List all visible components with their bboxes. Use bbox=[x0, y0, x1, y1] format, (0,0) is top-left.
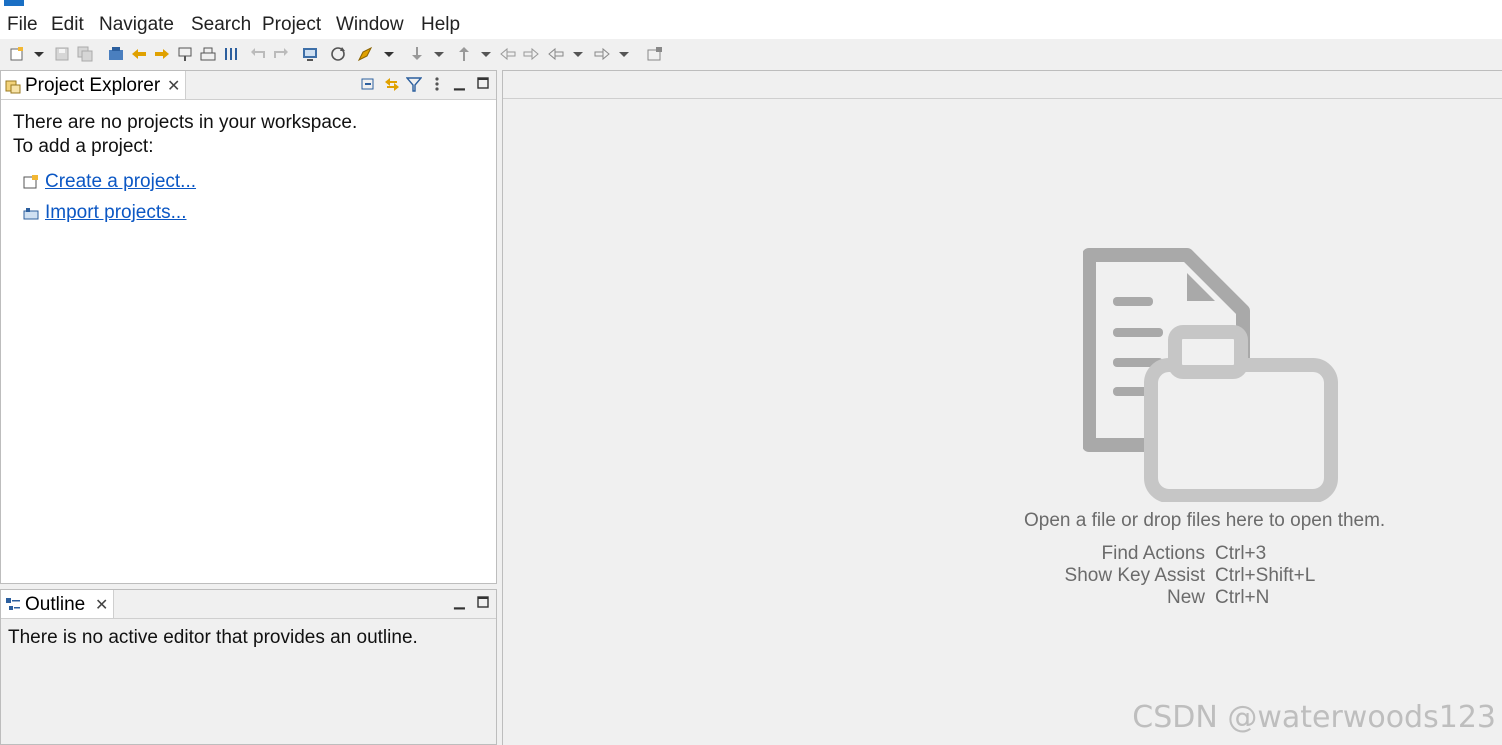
collapse-all-icon[interactable] bbox=[361, 76, 377, 97]
create-project-link[interactable]: Create a project... bbox=[45, 171, 196, 193]
menu-project[interactable]: Project bbox=[262, 14, 321, 36]
filter-icon[interactable] bbox=[405, 76, 423, 97]
link-with-editor-icon[interactable] bbox=[384, 76, 400, 97]
launch-icon[interactable] bbox=[357, 46, 373, 62]
back-edit-icon[interactable] bbox=[250, 46, 266, 62]
last-edit-icon[interactable] bbox=[500, 46, 516, 62]
next-annotation-icon[interactable] bbox=[154, 46, 170, 62]
minimize-icon[interactable]: ▁ bbox=[454, 74, 465, 91]
watermark: CSDN @waterwoods123 bbox=[1132, 700, 1496, 735]
no-projects-message: There are no projects in your workspace. bbox=[13, 112, 358, 133]
settings-sliders-icon[interactable] bbox=[223, 46, 239, 62]
shortcut-key-assist-label: Show Key Assist bbox=[1064, 565, 1205, 586]
save-icon[interactable] bbox=[54, 46, 70, 62]
outline-tabbar: Outline ✕ ▁ bbox=[1, 590, 496, 619]
back-icon[interactable] bbox=[548, 46, 564, 62]
new-dropdown-icon[interactable] bbox=[33, 46, 45, 62]
view-menu-icon[interactable] bbox=[433, 76, 441, 97]
save-all-icon[interactable] bbox=[77, 46, 93, 62]
forward-edit-icon[interactable] bbox=[273, 46, 289, 62]
download-dropdown-icon[interactable] bbox=[433, 46, 445, 62]
empty-editor-message: Open a file or drop files here to open t… bbox=[1024, 510, 1386, 531]
maximize-icon[interactable] bbox=[477, 595, 489, 613]
shortcut-key-assist-key: Ctrl+Shift+L bbox=[1215, 565, 1316, 586]
no-outline-message: There is no active editor that provides … bbox=[8, 627, 418, 648]
main-toolbar bbox=[0, 39, 1502, 69]
shortcut-find-actions-label: Find Actions bbox=[1101, 543, 1206, 564]
create-project-icon bbox=[23, 174, 39, 195]
back-dropdown-icon[interactable] bbox=[572, 46, 584, 62]
debug-icon[interactable] bbox=[177, 46, 193, 62]
import-projects-link[interactable]: Import projects... bbox=[45, 202, 187, 224]
add-project-prompt: To add a project: bbox=[13, 136, 154, 157]
maximize-icon[interactable] bbox=[477, 76, 489, 94]
tab-label: Project Explorer bbox=[25, 75, 161, 96]
project-explorer-tabbar: Project Explorer ✕ ▁ bbox=[1, 71, 496, 100]
download-icon[interactable] bbox=[409, 46, 425, 62]
terminal-icon[interactable] bbox=[302, 46, 318, 62]
build-icon[interactable] bbox=[108, 46, 124, 62]
forward-icon[interactable] bbox=[594, 46, 610, 62]
tab-label: Outline bbox=[25, 594, 86, 615]
project-explorer-icon bbox=[5, 78, 21, 99]
tab-project-explorer[interactable]: Project Explorer ✕ bbox=[1, 71, 186, 99]
outline-panel: Outline ✕ ▁ There is no active editor th… bbox=[0, 589, 497, 745]
menu-navigate[interactable]: Navigate bbox=[99, 14, 174, 36]
editor-area[interactable]: Open a file or drop files here to open t… bbox=[502, 70, 1502, 745]
shortcut-new-key: Ctrl+N bbox=[1215, 587, 1270, 608]
project-explorer-panel: Project Explorer ✕ ▁ There are no projec… bbox=[0, 70, 497, 584]
menu-search[interactable]: Search bbox=[191, 14, 251, 36]
menu-edit[interactable]: Edit bbox=[51, 14, 84, 36]
menu-file[interactable]: File bbox=[7, 14, 38, 36]
new-file-icon[interactable] bbox=[9, 46, 25, 62]
open-file-illustration-icon bbox=[1082, 247, 1338, 507]
menu-help[interactable]: Help bbox=[421, 14, 460, 36]
close-icon[interactable]: ✕ bbox=[167, 76, 180, 96]
launch-dropdown-icon[interactable] bbox=[383, 46, 395, 62]
import-projects-icon bbox=[23, 205, 39, 226]
open-perspective-icon[interactable] bbox=[647, 46, 663, 62]
upload-icon[interactable] bbox=[456, 46, 472, 62]
menu-bar: File Edit Navigate Search Project Window… bbox=[0, 6, 1502, 39]
shortcut-new-label: New bbox=[1166, 587, 1205, 608]
outline-icon bbox=[5, 597, 21, 618]
shortcut-find-actions-key: Ctrl+3 bbox=[1215, 543, 1267, 564]
refresh-icon[interactable] bbox=[330, 46, 346, 62]
editor-tab-strip bbox=[503, 98, 1502, 99]
prev-annotation-icon[interactable] bbox=[131, 46, 147, 62]
minimize-icon[interactable]: ▁ bbox=[454, 593, 465, 610]
next-edit-icon[interactable] bbox=[523, 46, 539, 62]
forward-dropdown-icon[interactable] bbox=[618, 46, 630, 62]
upload-dropdown-icon[interactable] bbox=[480, 46, 492, 62]
close-icon[interactable]: ✕ bbox=[95, 595, 108, 615]
tab-outline[interactable]: Outline ✕ bbox=[1, 590, 114, 618]
device-icon[interactable] bbox=[200, 46, 216, 62]
menu-window[interactable]: Window bbox=[336, 14, 404, 36]
